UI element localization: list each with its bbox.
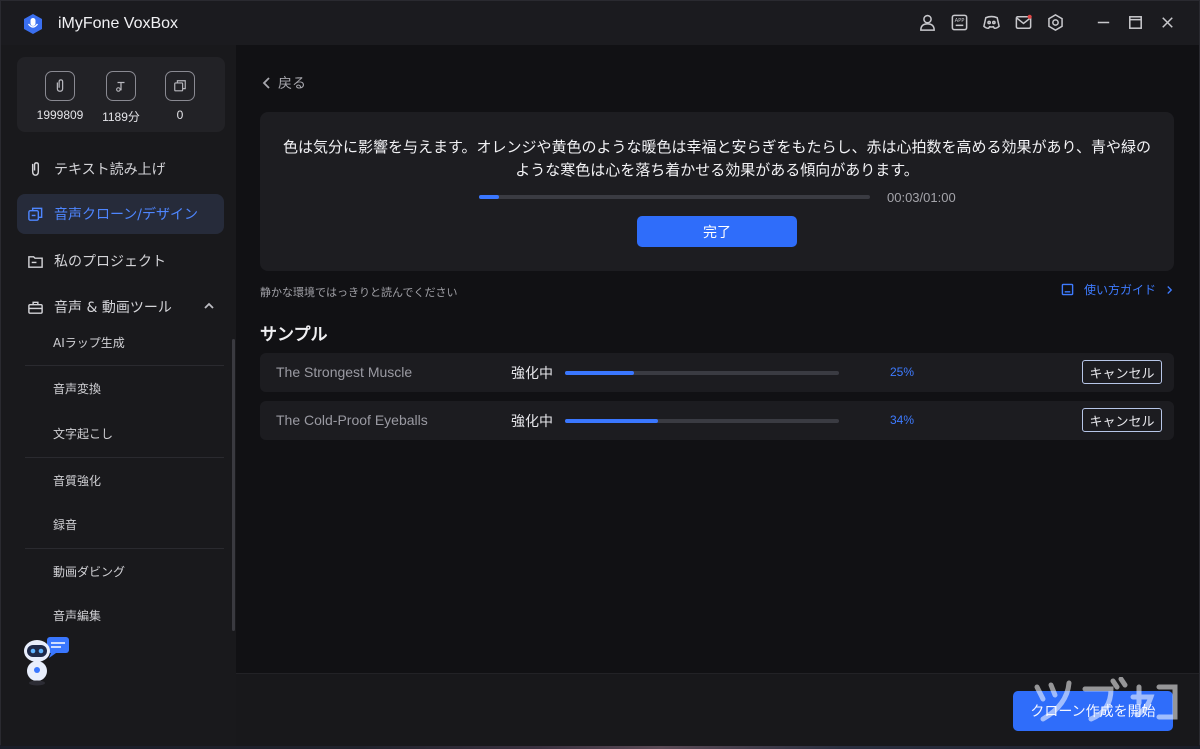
usage-guide-link[interactable]: 使い方ガイド [1061, 281, 1173, 298]
app-title: iMyFone VoxBox [58, 15, 179, 32]
tts-icon [25, 159, 45, 179]
app-icon[interactable]: APP [949, 12, 969, 32]
app-window: iMyFone VoxBox APP 1999809 1189分 0 テキスト読… [0, 0, 1200, 746]
discord-icon[interactable] [981, 12, 1001, 32]
back-button[interactable]: 戻る [262, 73, 306, 93]
cancel-button[interactable]: キャンセル [1082, 408, 1162, 432]
book-icon [1061, 283, 1074, 296]
nav-item-tts[interactable]: テキスト読み上げ [17, 149, 224, 189]
stat-clones: 0 [150, 71, 210, 122]
nav-item-projects[interactable]: 私のプロジェクト [17, 241, 224, 281]
sidebar-scrollbar[interactable] [232, 339, 235, 631]
cancel-button[interactable]: キャンセル [1082, 360, 1162, 384]
sub-item-audio-editor[interactable]: 音声編集 [53, 606, 101, 626]
recording-script-card: 色は気分に影響を与えます。オレンジや黄色のような暖色は幸福と安らぎをもたらし、赤… [260, 112, 1174, 271]
footer-bar: クローン作成を開始 [236, 673, 1199, 746]
main-panel: 戻る 色は気分に影響を与えます。オレンジや黄色のような暖色は幸福と安らぎをもたら… [236, 45, 1199, 673]
sample-progress-bar [565, 371, 839, 375]
stat-value: 1189分 [102, 110, 140, 124]
sub-item-video-dubbing[interactable]: 動画ダビング [53, 562, 125, 582]
sub-item-voice-changer[interactable]: 音声変換 [53, 379, 101, 399]
stat-minutes: 1189分 [91, 71, 151, 125]
sub-item-transcription[interactable]: 文字起こし [53, 424, 113, 444]
sample-progress-fill [565, 371, 634, 375]
chevron-right-icon [1167, 285, 1173, 294]
sub-item-ai-rap[interactable]: AIラップ生成 [53, 333, 125, 353]
recording-progress-fill [479, 195, 499, 199]
usage-guide-label: 使い方ガイド [1083, 283, 1156, 297]
done-button[interactable]: 完了 [637, 216, 797, 247]
sample-status: 強化中 [511, 414, 553, 430]
toolbox-icon [25, 297, 45, 317]
recording-time: 00:03/01:00 [887, 190, 956, 205]
divider [25, 548, 224, 549]
svg-text:APP: APP [954, 18, 964, 24]
sample-row: The Cold-Proof Eyeballs 強化中 34% キャンセル [260, 401, 1174, 440]
copy-icon [165, 71, 195, 101]
divider [25, 457, 224, 458]
settings-icon[interactable] [1045, 12, 1065, 32]
title-bar-actions: APP [917, 12, 1177, 32]
sub-item-audio-enhance[interactable]: 音質強化 [53, 471, 101, 491]
back-label: 戻る [278, 76, 306, 92]
sample-progress-bar [565, 419, 839, 423]
close-icon[interactable] [1157, 12, 1177, 32]
nav-item-tools[interactable]: 音声 & 動画ツール [17, 287, 224, 327]
nav-item-voice-clone[interactable]: 音声クローン/デザイン [17, 194, 224, 234]
clone-icon [25, 204, 45, 224]
script-text: 色は気分に影響を与えます。オレンジや黄色のような暖色は幸福と安らぎをもたらし、赤… [283, 138, 1151, 179]
start-clone-button[interactable]: クローン作成を開始 [1013, 691, 1173, 731]
nav-item-label: テキスト読み上げ [54, 162, 166, 178]
sample-progress-fill [565, 419, 659, 423]
voxbox-logo-icon [24, 14, 42, 34]
nav-item-label: 音声クローン/デザイン [54, 207, 199, 223]
usage-stats-card: 1999809 1189分 0 [17, 57, 225, 132]
chevron-up-icon[interactable] [202, 299, 216, 313]
user-icon[interactable] [917, 12, 937, 32]
nav-item-label: 私のプロジェクト [54, 254, 166, 270]
sample-name: The Strongest Muscle [276, 364, 413, 380]
recording-progress-bar [479, 195, 870, 199]
stat-value: 1999809 [36, 108, 84, 122]
chevron-left-icon [262, 77, 270, 89]
nav-item-label: 音声 & 動画ツール [54, 300, 172, 316]
clip-icon [45, 71, 75, 101]
sub-item-recording[interactable]: 録音 [53, 515, 77, 535]
folder-icon [25, 251, 45, 271]
maximize-icon[interactable] [1125, 12, 1145, 32]
title-bar: iMyFone VoxBox APP [1, 1, 1199, 45]
sample-status: 強化中 [511, 366, 553, 382]
assistant-robot-icon[interactable] [21, 635, 73, 687]
sample-percent: 34% [890, 413, 915, 427]
stat-characters: 1999809 [30, 71, 90, 122]
mail-icon[interactable] [1013, 12, 1033, 32]
divider [25, 365, 224, 366]
stat-value: 0 [176, 108, 184, 122]
sample-row: The Strongest Muscle 強化中 25% キャンセル [260, 353, 1174, 392]
sample-name: The Cold-Proof Eyeballs [276, 412, 428, 428]
recording-hint: 静かな環境ではっきりと読んでください [260, 286, 458, 299]
minimize-icon[interactable] [1093, 12, 1113, 32]
sample-percent: 25% [890, 365, 915, 379]
text-icon [106, 71, 136, 101]
samples-section-title: サンプル [260, 325, 328, 345]
